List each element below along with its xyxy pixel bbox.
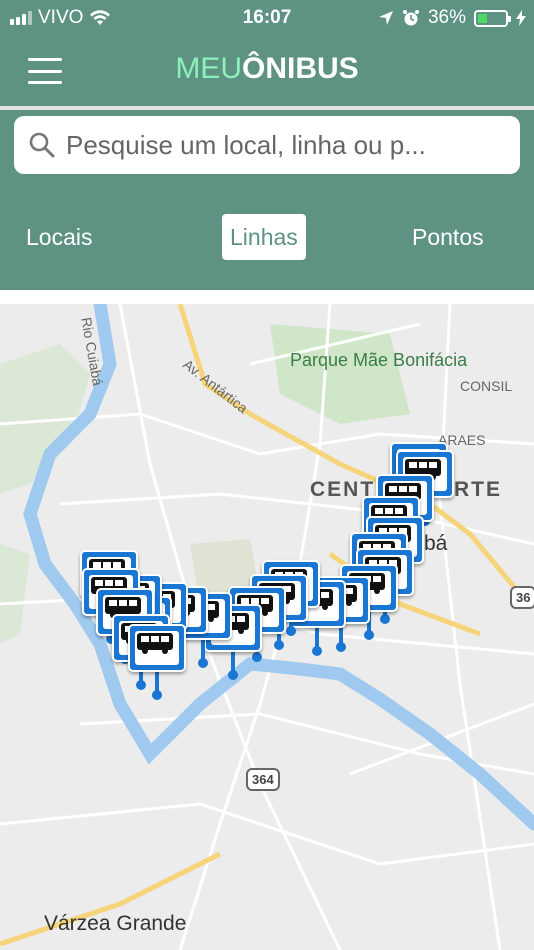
map-label-park: Parque Mãe Bonifácia <box>290 350 468 370</box>
search-placeholder: Pesquise um local, linha ou p... <box>66 129 426 160</box>
logo-part-1: MEU <box>175 52 242 85</box>
alarm-icon <box>402 10 419 26</box>
app-logo: MEUÔNIBUS <box>0 52 534 86</box>
tab-pontos[interactable]: Pontos <box>404 214 492 260</box>
status-bar: VIVO 16:07 36% <box>0 0 534 36</box>
bus-stop-icon[interactable] <box>128 624 186 702</box>
logo-part-2: ÔNIBUS <box>241 52 359 85</box>
search-icon <box>29 132 55 158</box>
map-label-consil: CONSIL <box>460 378 513 394</box>
map-view[interactable]: Rio Cuiabá Av. Antártica Parque Mãe Boni… <box>0 304 534 950</box>
tab-locais[interactable]: Locais <box>18 214 100 260</box>
battery-percent: 36% <box>427 7 466 28</box>
search-bar-container: Pesquise um local, linha ou p... <box>0 110 534 182</box>
tab-linhas[interactable]: Linhas <box>222 214 306 260</box>
charging-icon <box>516 10 526 26</box>
search-input[interactable]: Pesquise um local, linha ou p... <box>14 116 520 174</box>
location-arrow-icon <box>378 11 393 25</box>
status-right: 36% <box>378 7 526 29</box>
divider <box>0 290 534 304</box>
tab-bar: Locais Linhas Pontos <box>0 182 534 290</box>
highway-364-shield: 364 <box>246 768 280 791</box>
battery-icon <box>474 9 511 27</box>
battery-level <box>478 13 488 23</box>
highway-36-shield: 36 <box>510 586 534 609</box>
app-bar: MEUÔNIBUS <box>0 36 534 106</box>
map-label-city: Várzea Grande <box>44 912 187 935</box>
